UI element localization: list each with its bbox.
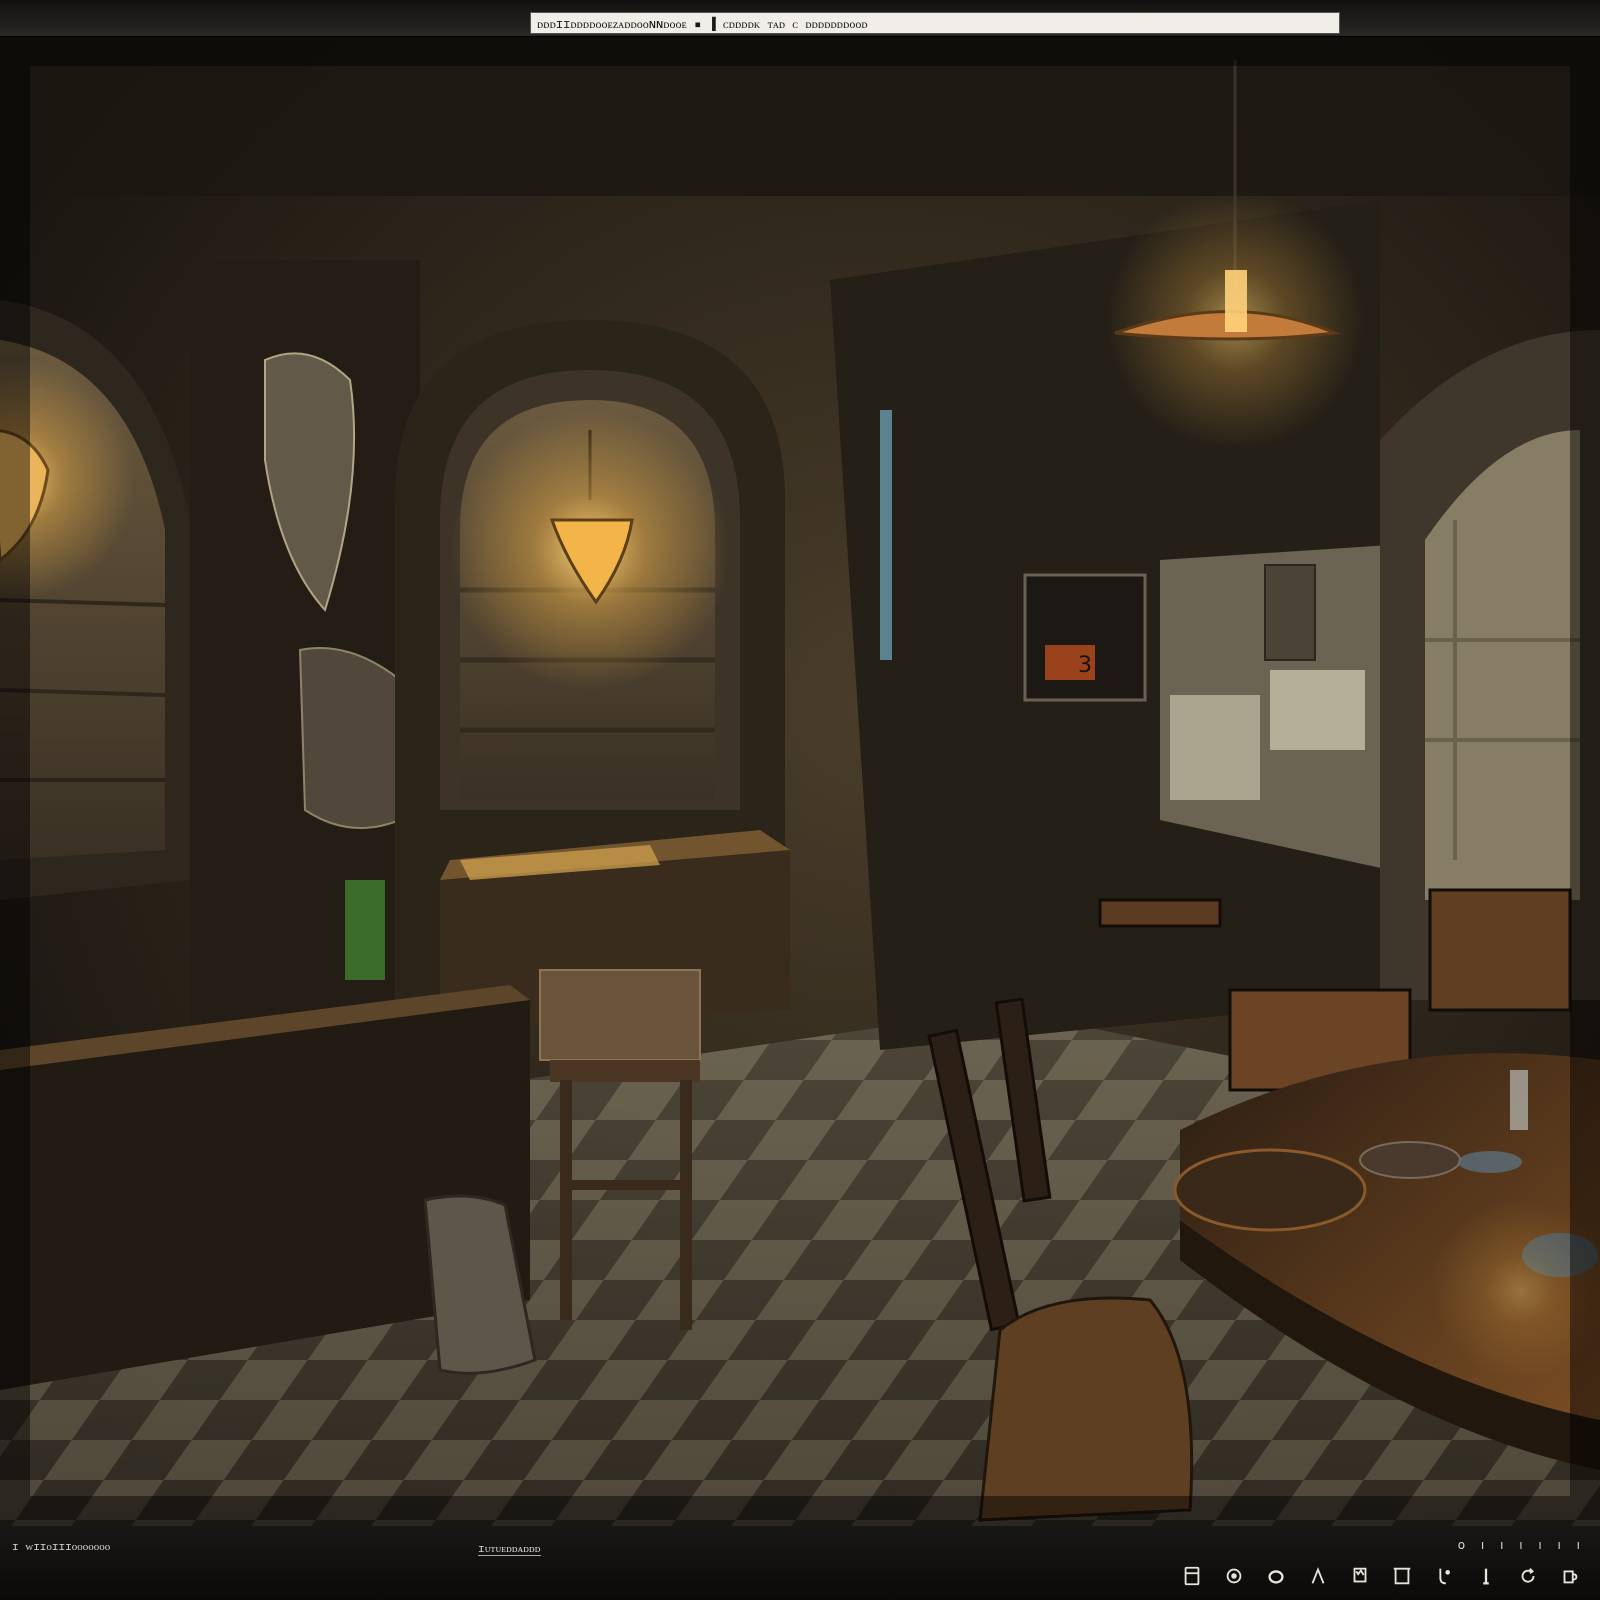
- wall-sword[interactable]: [880, 410, 892, 660]
- glass-bottle[interactable]: [1510, 1070, 1528, 1130]
- box-icon[interactable]: [1386, 1562, 1418, 1590]
- circle-icon[interactable]: [1218, 1562, 1250, 1590]
- mug-icon[interactable]: [1554, 1562, 1586, 1590]
- tavern-scene: 3: [0, 6, 1600, 1556]
- stool[interactable]: [550, 1060, 700, 1082]
- status-left-text: ɪ ᴡɪɪᴏɪɪɪᴏᴏᴏᴏᴏᴏᴏ: [12, 1540, 111, 1553]
- card-icon[interactable]: [1344, 1562, 1376, 1590]
- green-bottle: [345, 880, 385, 980]
- pipe-icon[interactable]: [1470, 1562, 1502, 1590]
- table-dish[interactable]: [1359, 1141, 1461, 1179]
- wooden-crate: [539, 969, 701, 1061]
- a-icon[interactable]: [1302, 1562, 1334, 1590]
- game-viewport[interactable]: 3 ᴅᴅᴅɪɪᴅᴅᴅᴅᴏᴏᴇᴢᴀᴅᴅᴏᴏɴɴᴅᴏᴏᴇ ▪ ▐ ᴄᴅᴅᴅᴅᴋ ᴛᴀ…: [0, 0, 1600, 1600]
- refresh-icon[interactable]: [1512, 1562, 1544, 1590]
- wall-notice-2: [1270, 670, 1365, 750]
- book-icon[interactable]: [1176, 1562, 1208, 1590]
- wall-poster: [1264, 564, 1316, 661]
- coat-on-chair[interactable]: [978, 1296, 1194, 1522]
- table-plate[interactable]: [1173, 1148, 1367, 1232]
- status-middle-text: ɪᴜᴛᴜᴇᴅᴅᴀᴅᴅᴅ: [478, 1542, 541, 1556]
- glass-jar: [298, 647, 401, 829]
- toolbar: [1176, 1562, 1586, 1590]
- window-title: ᴅᴅᴅɪɪᴅᴅᴅᴅᴏᴏᴇᴢᴀᴅᴅᴏᴏɴɴᴅᴏᴏᴇ ▪ ▐ ᴄᴅᴅᴅᴅᴋ ᴛᴀᴅ …: [530, 12, 1340, 34]
- ring-icon[interactable]: [1260, 1562, 1292, 1590]
- table-bowl[interactable]: [1458, 1151, 1522, 1173]
- hook-icon[interactable]: [1428, 1562, 1460, 1590]
- wall-sign-number: 3: [1078, 653, 1092, 678]
- status-indicators: o ı ı ı ı ı ı: [1457, 1538, 1586, 1552]
- wall-sign-frame: [1023, 573, 1147, 702]
- chair-far-right[interactable]: [1428, 888, 1572, 1012]
- wall-notice: [1170, 695, 1260, 800]
